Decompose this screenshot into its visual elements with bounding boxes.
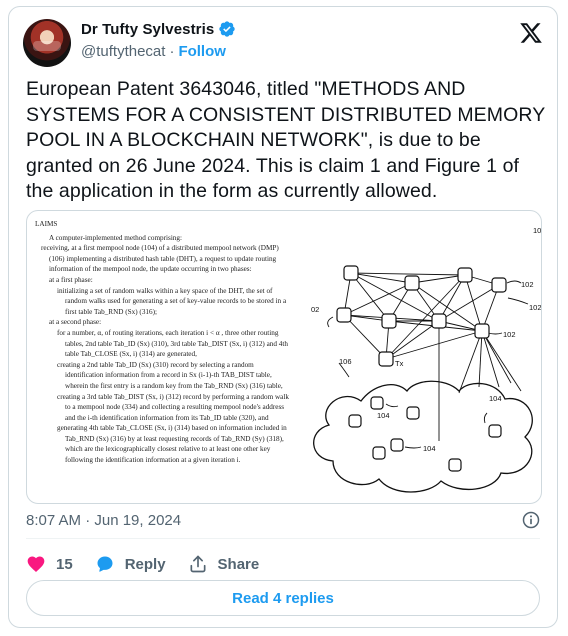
diagram-label: 02 [311, 305, 319, 314]
patent-figure-image[interactable]: LAIMS A computer-implemented method comp… [26, 210, 542, 504]
avatar[interactable] [23, 19, 71, 67]
diagram-label: 106 [339, 357, 352, 366]
claims-line: generating 4th table Tab_CLOSE (Sx, i) (… [57, 424, 287, 433]
reply-bubble-icon [97, 556, 113, 572]
heart-icon [27, 556, 45, 572]
author-name[interactable]: Dr Tufty Sylvestris [81, 21, 214, 38]
claims-line: first table Tab_RND (Sx) (316); [65, 307, 157, 316]
claims-line: table Tab_CLOSE (Sx, i) (314) are genera… [65, 350, 197, 359]
verified-badge-icon [219, 21, 236, 37]
claims-line: at a first phase: [49, 275, 93, 284]
claims-line: identification information from a record… [65, 371, 272, 380]
claims-line: information of the mempool node, the upd… [49, 265, 252, 274]
tweet-text: European Patent 3643046, titled "METHODS… [26, 78, 551, 202]
like-button[interactable]: 15 [26, 554, 73, 574]
claims-line: and the i-th identification information … [65, 413, 269, 422]
x-logo-icon[interactable] [519, 21, 543, 45]
diagram-label: Tx [395, 359, 404, 368]
claims-line: A computer-implemented method comprising… [49, 233, 182, 242]
reply-label: Reply [124, 555, 166, 573]
claims-heading: LAIMS [35, 220, 58, 228]
reply-button[interactable]: Reply [95, 554, 166, 574]
diagram-label: 102 [503, 330, 516, 339]
like-count: 15 [56, 555, 73, 573]
read-replies-button[interactable]: Read 4 replies [26, 580, 540, 616]
diagram-label: 104 [377, 411, 390, 420]
claims-line: Tab_RND (Sx) (316) by at least requestin… [65, 434, 284, 443]
claims-line: which are the lexicographically closest … [65, 445, 271, 454]
claims-line: creating a 2nd table Tab_ID (Sx) (310) r… [57, 360, 254, 369]
diagram-label: 102 [529, 303, 542, 312]
tweet-timestamp[interactable]: 8:07 AM · Jun 19, 2024 [26, 512, 181, 529]
claims-line: to a mempool node (334) and collecting a… [65, 403, 285, 412]
claims-line: initializing a set of random walks withi… [57, 286, 273, 295]
diagram-label: 104 [489, 394, 502, 403]
diagram-label: 10 [533, 226, 541, 235]
diagram-label: 104 [423, 444, 436, 453]
claims-line: following the identification information… [65, 456, 241, 465]
follow-button[interactable]: Follow [178, 43, 226, 60]
claims-line: at a second phase: [49, 318, 102, 327]
share-icon [190, 555, 206, 573]
share-button[interactable]: Share [188, 554, 260, 574]
diagram-label: 102 [521, 280, 534, 289]
divider [26, 538, 540, 539]
tweet-card: Dr Tufty Sylvestris @tuftythecat · Follo… [8, 6, 558, 628]
claims-line: (106) implementing a distributed hash ta… [49, 254, 277, 263]
info-icon[interactable] [521, 510, 541, 530]
claims-line: creating a 3rd table Tab_DIST (Sx, i) (3… [57, 392, 289, 401]
author-handle-row: @tuftythecat · Follow [81, 43, 226, 60]
claims-line: for a number, α, of routing iterations, … [57, 328, 279, 337]
tweet-actions: 15 Reply Share [26, 548, 281, 580]
author-handle[interactable]: @tuftythecat [81, 43, 165, 60]
claims-line: wherein the first entry is a random key … [65, 381, 283, 390]
claims-text-block: LAIMS A computer-implemented method comp… [35, 219, 293, 466]
network-diagram: 10 102 102 102 02 Tx 106 104 104 104 [311, 226, 542, 493]
claims-line: random walks used for generating a set o… [65, 297, 287, 306]
claims-line: tables, 2nd table Tab_ID (Sx) (310), 3rd… [65, 339, 288, 348]
author-name-row: Dr Tufty Sylvestris [81, 20, 236, 38]
share-label: Share [217, 555, 260, 573]
separator-dot: · [169, 43, 175, 60]
claims-line: receiving, at a first mempool node (104)… [41, 244, 279, 253]
